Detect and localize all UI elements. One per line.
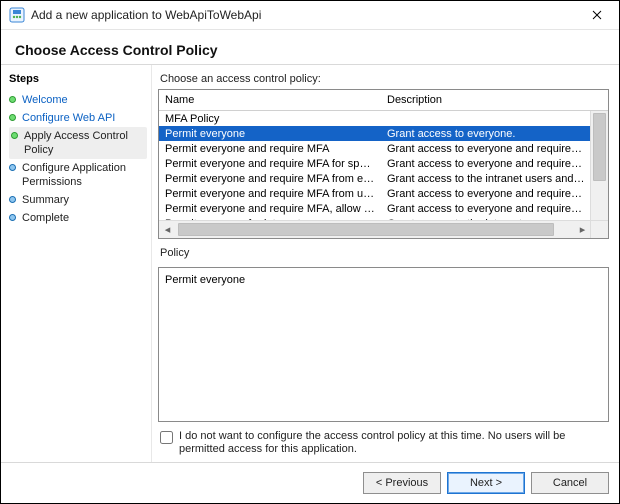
column-header-name[interactable]: Name [159, 94, 381, 106]
steps-title: Steps [9, 73, 147, 85]
policy-row-description: Grant access to the intranet users and r… [381, 173, 591, 185]
policy-row[interactable]: Permit everyone and require MFA from ext… [159, 171, 591, 186]
policy-row-name: Permit everyone and require MFA from una… [159, 188, 381, 200]
title-bar: Add a new application to WebApiToWebApi [1, 1, 619, 30]
scroll-left-arrow[interactable]: ◂ [159, 221, 176, 238]
next-button[interactable]: Next > [447, 472, 525, 494]
skip-policy-text: I do not want to configure the access co… [179, 430, 607, 456]
policy-row-description: Grant access to everyone and require MFA… [381, 188, 591, 200]
cancel-button[interactable]: Cancel [531, 472, 609, 494]
step-bullet-icon [9, 114, 16, 121]
policy-row[interactable]: Permit everyone and require MFA, allow a… [159, 201, 591, 216]
steps-sidebar: Steps Welcome Configure Web API Apply Acce… [1, 65, 151, 462]
step-bullet-icon [9, 164, 16, 171]
step-welcome[interactable]: Welcome [9, 91, 147, 109]
step-configure-web-api[interactable]: Configure Web API [9, 109, 147, 127]
wizard-window: Add a new application to WebApiToWebApi … [0, 0, 620, 504]
step-bullet-icon [11, 132, 18, 139]
vertical-scrollbar[interactable] [590, 111, 608, 221]
step-bullet-icon [9, 214, 16, 221]
step-bullet-icon [9, 196, 16, 203]
step-bullet-icon [9, 96, 16, 103]
policy-row-name: Permit everyone and require MFA for spec… [159, 158, 381, 170]
vertical-scroll-thumb[interactable] [593, 113, 606, 181]
chevron-left-icon: ◂ [165, 223, 171, 236]
policy-list[interactable]: Name Description MFA PolicyPermit everyo… [158, 89, 609, 239]
policy-row-name: Permit everyone and require MFA [159, 143, 381, 155]
close-button[interactable] [581, 4, 613, 26]
policy-row[interactable]: Permit everyoneGrant access to everyone. [159, 126, 591, 141]
policy-row-name: Permit everyone [159, 128, 381, 140]
main-panel: Choose an access control policy: Name De… [151, 65, 619, 462]
app-icon [9, 7, 25, 23]
policy-row-description: Grant access to everyone and require MFA… [381, 143, 591, 155]
policy-list-header[interactable]: Name Description [159, 90, 608, 111]
step-configure-application-permissions[interactable]: Configure Application Permissions [9, 159, 147, 191]
wizard-footer: < Previous Next > Cancel [1, 462, 619, 503]
step-summary[interactable]: Summary [9, 191, 147, 209]
policy-row-description: Grant access to everyone. [381, 128, 591, 140]
wizard-body: Steps Welcome Configure Web API Apply Acce… [1, 64, 619, 462]
policy-row[interactable]: MFA Policy [159, 111, 591, 126]
scroll-corner [590, 220, 608, 238]
policy-row-description: Grant access to everyone and require MFA… [381, 158, 591, 170]
chevron-right-icon: ▸ [580, 223, 586, 236]
step-label: Apply Access Control Policy [24, 129, 145, 157]
skip-policy-checkbox[interactable] [160, 431, 173, 444]
policy-row[interactable]: Permit everyone and require MFA from una… [159, 186, 591, 201]
step-label: Configure Application Permissions [22, 161, 147, 189]
step-label: Configure Web API [22, 111, 115, 125]
policy-row[interactable]: Permit everyone and require MFA for spec… [159, 156, 591, 171]
policy-details: Permit everyone [158, 267, 609, 422]
policy-row-name: Permit everyone and require MFA, allow a… [159, 203, 381, 215]
previous-button[interactable]: < Previous [363, 472, 441, 494]
step-label: Summary [22, 193, 69, 207]
policy-label: Policy [160, 247, 609, 259]
column-header-description[interactable]: Description [381, 94, 579, 106]
scroll-right-arrow[interactable]: ▸ [574, 221, 591, 238]
step-apply-access-control-policy[interactable]: Apply Access Control Policy [9, 127, 147, 159]
step-label: Complete [22, 211, 69, 225]
close-icon [592, 10, 602, 20]
step-complete[interactable]: Complete [9, 209, 147, 227]
page-header: Choose Access Control Policy [1, 30, 619, 64]
step-label: Welcome [22, 93, 68, 107]
choose-policy-label: Choose an access control policy: [160, 73, 609, 85]
horizontal-scroll-thumb[interactable] [178, 223, 554, 236]
window-title: Add a new application to WebApiToWebApi [31, 8, 581, 22]
policy-row-name: Permit everyone and require MFA from ext… [159, 173, 381, 185]
policy-row-name: MFA Policy [159, 113, 381, 125]
horizontal-scrollbar[interactable]: ◂ ▸ [159, 220, 591, 238]
policy-row-description: Grant access to everyone and require MFA… [381, 203, 591, 215]
policy-row[interactable]: Permit everyone and require MFAGrant acc… [159, 141, 591, 156]
policy-details-text: Permit everyone [165, 274, 245, 286]
skip-policy-option[interactable]: I do not want to configure the access co… [158, 430, 609, 456]
